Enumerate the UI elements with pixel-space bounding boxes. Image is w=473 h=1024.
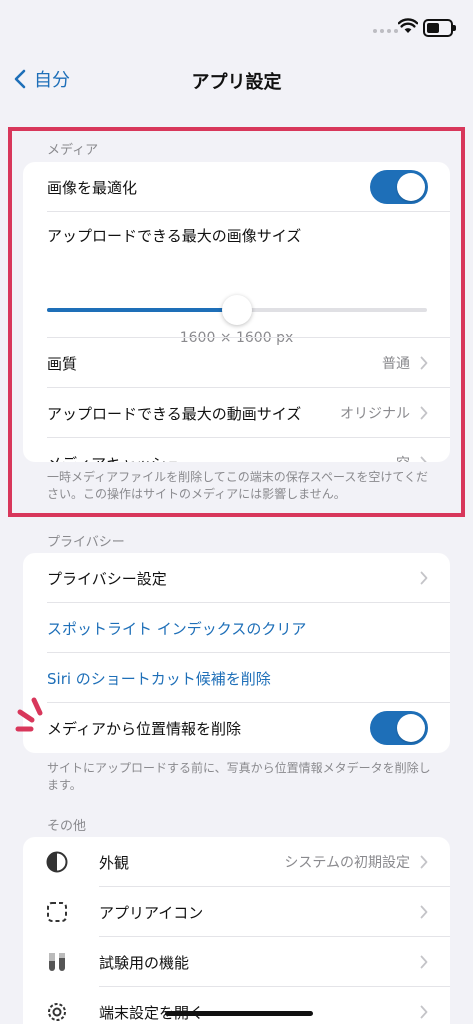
wifi-icon [398,18,418,33]
media-cache-label: メディアキャッシュ [47,453,396,463]
signal-dots-icon [373,29,398,33]
optimize-images-label: 画像を最適化 [47,178,138,197]
media-cache-value: 空 [396,453,410,462]
appearance-icon [45,850,69,874]
appearance-value: システムの初期設定 [284,855,410,871]
quality-value: 普通 [382,356,410,372]
gear-icon [45,1000,69,1024]
clear-spotlight-row[interactable]: スポットライト インデックスのクリア [23,603,450,653]
quality-row[interactable]: 画質 普通 [23,338,450,388]
slider-thumb[interactable] [222,295,252,325]
status-bar [0,0,473,50]
test-tubes-icon [45,950,69,974]
clear-spotlight-link[interactable]: スポットライト インデックスのクリア [47,618,428,639]
app-icon-icon [45,900,69,924]
slider-fill [47,308,237,312]
optimize-images-toggle[interactable] [370,170,428,204]
max-video-size-value: オリジナル [340,406,410,422]
media-footer-note: 一時メディアファイルを削除してこの端末の保存スペースを空けてください。この操作は… [47,470,429,501]
privacy-card: プライバシー設定 スポットライト インデックスのクリア Siri のショートカッ… [23,553,450,753]
media-cache-row[interactable]: メディアキャッシュ 空 [23,438,450,462]
max-image-size-slider[interactable] [47,295,427,325]
appearance-row[interactable]: 外観 システムの初期設定 [23,837,450,887]
page-title: アプリ設定 [191,72,282,93]
app-icon-row[interactable]: アプリアイコン [23,887,450,937]
experimental-features-row[interactable]: 試験用の機能 [23,937,450,987]
home-indicator [165,1011,313,1016]
chevron-right-icon [420,855,428,869]
toggle-knob [397,173,425,201]
app-icon-label: アプリアイコン [99,903,204,922]
chevron-right-icon [420,905,428,919]
remove-location-toggle[interactable] [370,711,428,745]
section-header-privacy: プライバシー [47,535,125,550]
optimize-images-row: 画像を最適化 [23,162,450,212]
toggle-knob [397,714,425,742]
chevron-right-icon [420,356,428,370]
appearance-label: 外観 [99,853,130,872]
media-card: 画像を最適化 アップロードできる最大の画像サイズ 1600 × 1600 px … [23,162,450,462]
remove-location-label: メディアから位置情報を削除 [47,719,241,738]
device-settings-row[interactable]: 端末設定を開く [23,987,450,1024]
chevron-right-icon [420,571,428,585]
sparkle-annotation-icon [15,697,43,732]
navigation-bar: 自分 アプリ設定 [0,58,473,102]
delete-siri-shortcuts-link[interactable]: Siri のショートカット候補を削除 [47,668,428,689]
experimental-features-label: 試験用の機能 [99,953,190,972]
chevron-right-icon [420,1005,428,1019]
chevron-right-icon [420,955,428,969]
chevron-right-icon [420,406,428,420]
siri-shortcuts-row[interactable]: Siri のショートカット候補を削除 [23,653,450,703]
max-video-size-label: アップロードできる最大の動画サイズ [47,404,302,423]
privacy-settings-row[interactable]: プライバシー設定 [23,553,450,603]
privacy-settings-label: プライバシー設定 [47,569,167,588]
quality-label: 画質 [47,354,78,373]
max-image-size-block: アップロードできる最大の画像サイズ 1600 × 1600 px [23,212,450,346]
remove-location-row: メディアから位置情報を削除 [23,703,450,753]
battery-icon [423,19,456,37]
privacy-footer-note: サイトにアップロードする前に、写真から位置情報メタデータを削除します。 [47,761,431,792]
max-video-size-row[interactable]: アップロードできる最大の動画サイズ オリジナル [23,388,450,438]
section-header-other: その他 [47,819,87,834]
max-image-size-label: アップロードできる最大の画像サイズ [47,227,302,245]
other-card: 外観 システムの初期設定 アプリアイコン 試験用の機能 端末設定を開く [23,837,450,1024]
chevron-right-icon [420,456,427,462]
section-header-media: メディア [47,143,99,158]
